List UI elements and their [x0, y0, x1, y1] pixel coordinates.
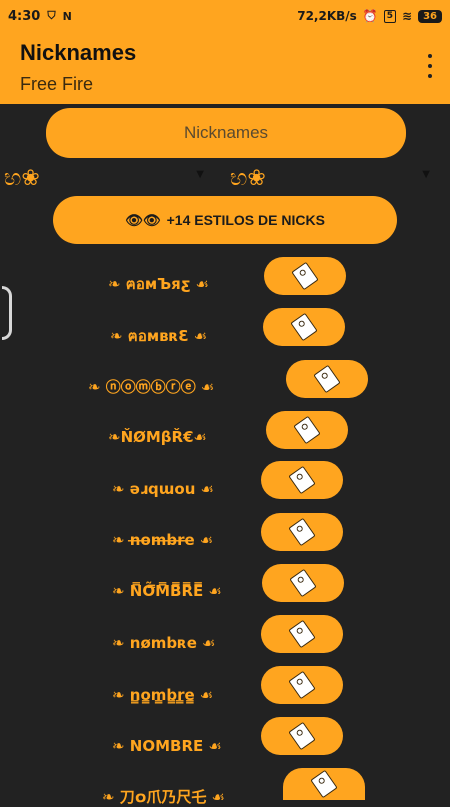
edge-swipe-handle[interactable]	[2, 286, 12, 340]
n-app-icon: N	[62, 9, 72, 23]
tag-icon	[289, 568, 317, 598]
nickname-text: ❧ ฅอмвʀƐ ☙	[110, 327, 208, 345]
tag-icon	[293, 415, 321, 445]
left-decoration-spinner[interactable]: භ❀ ▼	[0, 166, 220, 192]
alarm-icon: ⏰	[362, 9, 378, 23]
status-time: 4:30	[8, 8, 41, 24]
nickname-text: ❧ ฅอмЪяƹ ☙	[108, 275, 210, 293]
copy-button[interactable]	[283, 768, 365, 800]
overflow-menu-icon[interactable]	[426, 54, 434, 78]
copy-button[interactable]	[266, 411, 348, 449]
copy-button[interactable]	[263, 308, 345, 346]
nickname-text: ❧ NOMBRE ☙	[112, 737, 222, 755]
nickname-text: ❧ ⓝⓞⓜⓑⓡⓔ ☙	[88, 378, 215, 396]
right-decoration-spinner[interactable]: භ❀ ▼	[226, 166, 446, 192]
tag-icon	[310, 769, 338, 799]
copy-button[interactable]	[262, 564, 344, 602]
copy-button[interactable]	[264, 257, 346, 295]
tag-icon	[288, 721, 316, 751]
tag-icon	[288, 465, 316, 495]
sim-icon: 5	[383, 9, 397, 23]
tag-icon	[290, 312, 318, 342]
tag-icon	[288, 517, 316, 547]
decoration-value: භ❀	[4, 166, 40, 191]
decoration-value: භ❀	[230, 166, 266, 191]
nickname-text: ❧ N̿Õ̿M̿B̿R̿E̿ ☙	[112, 582, 222, 600]
wifi-icon: ≋	[402, 9, 413, 23]
app-bar: Nicknames Free Fire	[0, 32, 450, 104]
copy-button[interactable]	[286, 360, 368, 398]
nickname-input[interactable]	[46, 108, 406, 158]
copy-button[interactable]	[261, 513, 343, 551]
copy-button[interactable]	[261, 461, 343, 499]
copy-button[interactable]	[261, 615, 343, 653]
more-styles-label: +14 ESTILOS DE NICKS	[166, 212, 325, 228]
nickname-text: ❧ 刀໐爪乃尺乇 ☙	[102, 788, 226, 806]
shield-icon: ⛉	[47, 9, 56, 22]
more-styles-button[interactable]: 👁👁 +14 ESTILOS DE NICKS	[53, 196, 397, 244]
app-subtitle: Free Fire	[20, 74, 94, 94]
eyes-icon: 👁👁	[125, 211, 161, 228]
battery-indicator: 36	[418, 9, 442, 23]
copy-button[interactable]	[261, 666, 343, 704]
tag-icon	[291, 261, 319, 291]
app-title: Nicknames	[20, 40, 137, 65]
nickname-text: ❧ŇØMβŘ€☙	[108, 428, 207, 446]
nickname-text: ❧ n̳o̳m̳b̳r̳e̳ ☙	[112, 686, 214, 704]
nickname-text: ❧ n̶o̶m̶b̶r̶e̶ ☙	[112, 531, 214, 549]
tag-icon	[313, 364, 341, 394]
tag-icon	[288, 619, 316, 649]
status-bar: 4:30 ⛉ N 72,2KB/s ⏰ 5 ≋ 36	[0, 0, 450, 32]
tag-icon	[288, 670, 316, 700]
status-right: 72,2KB/s ⏰ 5 ≋ 36	[297, 9, 442, 23]
nickname-text: ❧ nømbʀe ☙	[112, 634, 216, 652]
copy-button[interactable]	[261, 717, 343, 755]
network-speed: 72,2KB/s	[297, 9, 357, 23]
dropdown-arrow-icon: ▼	[422, 169, 430, 180]
dropdown-arrow-icon: ▼	[196, 169, 204, 180]
nickname-text: ❧ ǝɹqɯou ☙	[112, 480, 215, 498]
